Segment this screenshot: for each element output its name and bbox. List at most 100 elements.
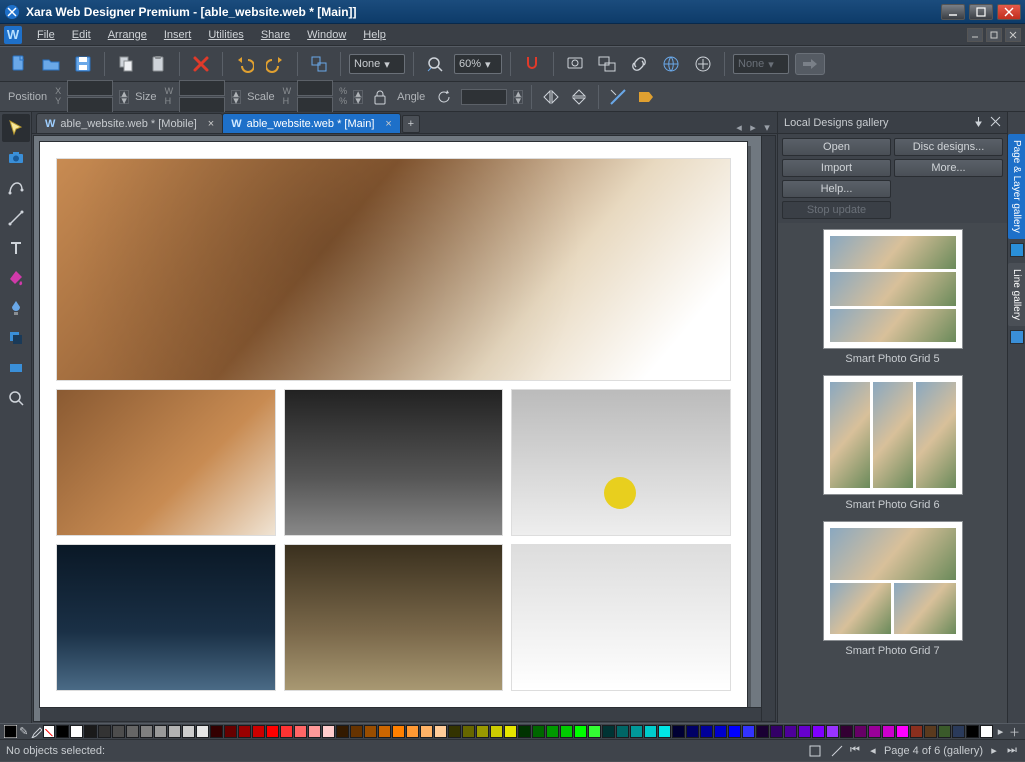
straight-line-tool[interactable] [2,204,30,232]
grid-photo[interactable] [56,389,276,536]
color-swatch[interactable] [84,725,97,738]
names-button[interactable] [635,86,657,108]
new-button[interactable] [6,51,32,77]
color-swatch[interactable] [854,725,867,738]
gallery-open-button[interactable]: Open [782,138,891,156]
color-swatch[interactable] [504,725,517,738]
size-w-field[interactable] [179,80,225,96]
current-fill-swatch[interactable] [4,725,17,738]
color-swatch[interactable] [700,725,713,738]
preview-all-button[interactable] [594,51,620,77]
color-swatch[interactable] [910,725,923,738]
tab-menu-button[interactable]: ▾ [761,121,773,133]
color-swatch[interactable] [224,725,237,738]
menu-utilities[interactable]: Utilities [200,26,251,44]
color-swatch[interactable] [686,725,699,738]
color-swatch[interactable] [812,725,825,738]
window-maximize-button[interactable] [969,4,993,20]
eyedropper-button[interactable] [30,725,42,738]
color-swatch[interactable] [182,725,195,738]
zoom-prev-button[interactable] [422,51,448,77]
live-drag-icon[interactable] [804,740,826,762]
menu-insert[interactable]: Insert [156,26,200,44]
scale-h-field[interactable] [297,97,333,113]
color-swatch[interactable] [420,725,433,738]
grid-photo[interactable] [284,544,504,691]
color-swatch[interactable] [196,725,209,738]
window-minimize-button[interactable] [941,4,965,20]
redo-button[interactable] [263,51,289,77]
color-swatch[interactable] [98,725,111,738]
color-swatch[interactable] [406,725,419,738]
color-swatch[interactable] [266,725,279,738]
color-swatch[interactable] [154,725,167,738]
publish-button[interactable] [690,51,716,77]
scale-w-field[interactable] [297,80,333,96]
fill-tool[interactable] [2,264,30,292]
gallery-close-icon[interactable] [990,116,1001,130]
shadow-tool[interactable] [2,324,30,352]
new-color-button[interactable]: ＋ [1008,725,1021,738]
color-swatch[interactable] [350,725,363,738]
selector-tool[interactable] [2,114,30,142]
menu-share[interactable]: Share [253,26,298,44]
grid-photo[interactable] [284,389,504,536]
rectangle-tool[interactable] [2,354,30,382]
page-next-button[interactable]: ▸ [987,744,1001,758]
gallery-list[interactable]: Smart Photo Grid 5 Smart Photo Grid 6 Sm… [778,223,1007,723]
color-swatch[interactable] [252,725,265,738]
undo-button[interactable] [231,51,257,77]
zoom-tool[interactable] [2,384,30,412]
color-swatch[interactable] [784,725,797,738]
gallery-disc-button[interactable]: Disc designs... [894,138,1003,156]
color-swatch[interactable] [756,725,769,738]
grid-photo[interactable] [56,544,276,691]
color-swatch[interactable] [826,725,839,738]
page-prev-button[interactable]: ◂ [866,744,880,758]
color-swatch[interactable] [70,725,83,738]
grid-photo[interactable] [511,389,731,536]
add-tab-button[interactable]: + [402,115,420,133]
color-editor-button[interactable]: ✎ [18,725,29,738]
snap-indicator-icon[interactable] [826,740,848,762]
color-swatch[interactable] [616,725,629,738]
page-last-button[interactable]: ⏭ [1005,744,1019,758]
position-x-field[interactable] [67,80,113,96]
scale-lines-button[interactable] [607,86,629,108]
color-editor-icon[interactable] [1010,243,1024,257]
gallery-help-button[interactable]: Help... [782,180,891,198]
gallery-item[interactable]: Smart Photo Grid 5 [813,229,973,365]
menu-arrange[interactable]: Arrange [100,26,155,44]
color-swatch[interactable] [658,725,671,738]
color-swatch[interactable] [490,725,503,738]
lock-aspect-button[interactable] [369,86,391,108]
color-swatch[interactable] [448,725,461,738]
angle-field[interactable] [461,89,507,105]
mdi-minimize-button[interactable] [967,28,983,42]
side-tab-page-layer[interactable]: Page & Layer gallery [1008,134,1025,239]
color-swatch[interactable] [868,725,881,738]
color-swatch[interactable] [462,725,475,738]
horizontal-scrollbar[interactable] [40,707,761,721]
color-swatch[interactable] [896,725,909,738]
shape-tool[interactable] [2,174,30,202]
tab-nav-left[interactable]: ◂ [733,121,745,133]
tab-nav-right[interactable]: ▸ [747,121,759,133]
color-swatch[interactable] [476,725,489,738]
color-swatch[interactable] [532,725,545,738]
delete-button[interactable] [188,51,214,77]
color-swatch[interactable] [840,725,853,738]
grid-photo[interactable] [511,544,731,691]
color-swatch[interactable] [574,725,587,738]
preview-button[interactable] [562,51,588,77]
no-color-swatch[interactable] [43,725,55,738]
palette-scroll-right[interactable]: ▸ [994,725,1007,738]
document-tab-main[interactable]: Wable_website.web * [Main]× [222,113,401,133]
flip-v-button[interactable] [568,86,590,108]
mdi-close-button[interactable] [1005,28,1021,42]
apply-name-button[interactable] [795,53,825,75]
close-tab-icon[interactable]: × [208,118,214,130]
color-swatch[interactable] [308,725,321,738]
color-swatch[interactable] [126,725,139,738]
position-y-field[interactable] [67,97,113,113]
